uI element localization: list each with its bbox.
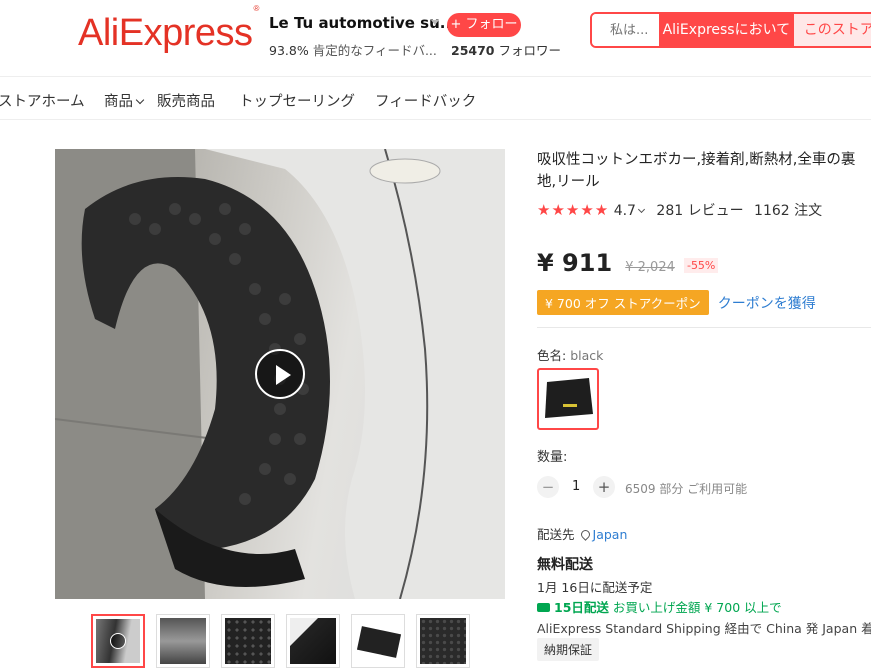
- thumbnail-6[interactable]: [416, 614, 470, 668]
- fast-ship-text: お買い上げ金額 ¥ 700 以上で: [612, 600, 782, 615]
- get-coupon-link[interactable]: クーポンを獲得: [718, 296, 816, 312]
- delivery-guarantee-badge: 納期保証: [537, 638, 600, 661]
- delivery-eta: 1月 16日に配送予定: [537, 580, 653, 595]
- product-main-image[interactable]: [55, 149, 505, 599]
- positive-rate: 93.8%: [269, 43, 309, 58]
- logo-text: AliExpress: [78, 12, 253, 54]
- followers-label: フォロワー: [498, 43, 561, 58]
- coupon-row: ¥ 700 オフ ストアクーポン クーポンを獲得: [537, 290, 816, 315]
- quantity-label: 数量:: [537, 450, 568, 465]
- aliexpress-logo[interactable]: AliExpress®: [78, 4, 259, 55]
- price-row: ¥ 911 ¥ 2,024 -55%: [537, 249, 719, 277]
- chevron-down-icon: [135, 95, 145, 105]
- location-pin-icon: [578, 528, 592, 541]
- nav-top-selling[interactable]: トップセーリング: [239, 90, 355, 111]
- nav-products[interactable]: 商品: [104, 90, 145, 111]
- color-value: black: [570, 348, 604, 363]
- nav-products-label: 商品: [104, 94, 133, 110]
- color-label-text: 色名:: [537, 348, 567, 363]
- thumbnail-3[interactable]: [221, 614, 275, 668]
- discount-badge: -55%: [683, 258, 719, 273]
- thumbnail-5[interactable]: [351, 614, 405, 668]
- original-price: ¥ 2,024: [625, 260, 675, 275]
- ship-to: 配送先 Japan: [537, 524, 627, 543]
- store-nav: ストアホーム 商品 販売商品 トップセーリング フィードバック: [0, 76, 871, 120]
- review-count[interactable]: 281 レビュー: [656, 203, 743, 219]
- header: AliExpress® Le Tu automotive su... + フォロ…: [0, 0, 871, 76]
- rating-summary: ★★★★★ 4.7 281 レビュー 1162 注文: [537, 200, 822, 220]
- divider: [537, 327, 871, 328]
- free-shipping: 無料配送: [537, 557, 593, 573]
- nav-feedback[interactable]: フィードバック: [375, 90, 476, 111]
- store-dropdown-icon[interactable]: [431, 20, 439, 25]
- search-box: AliExpressにおいて このストア: [590, 12, 871, 48]
- follow-button[interactable]: + フォロー: [447, 13, 521, 37]
- search-aliexpress-button[interactable]: AliExpressにおいて: [659, 14, 794, 46]
- rating-value[interactable]: 4.7: [614, 203, 636, 219]
- nav-sale-items[interactable]: 販売商品: [157, 90, 215, 111]
- shipping-method: AliExpress Standard Shipping 経由で China 発…: [537, 621, 871, 636]
- available-quantity: 6509 部分 ご利用可能: [625, 482, 748, 496]
- search-input[interactable]: [592, 14, 659, 46]
- play-video-button[interactable]: [255, 349, 305, 399]
- chevron-down-icon[interactable]: [637, 205, 646, 214]
- nav-store-home[interactable]: ストアホーム: [0, 90, 85, 111]
- quantity-increase-button[interactable]: +: [593, 476, 615, 498]
- quantity-decrease-button[interactable]: −: [537, 476, 559, 498]
- swatch-image: [545, 378, 593, 418]
- store-coupon-badge: ¥ 700 オフ ストアクーポン: [537, 290, 709, 315]
- logo-mark: ®: [253, 4, 260, 14]
- store-followers: 25470 フォロワー: [451, 40, 561, 59]
- star-rating-icon: ★★★★★: [537, 201, 610, 219]
- color-swatch-black[interactable]: [537, 368, 599, 430]
- ship-to-label: 配送先: [537, 527, 575, 542]
- fast-ship-days: 15日配送: [554, 600, 609, 615]
- thumbnail-4[interactable]: [286, 614, 340, 668]
- followers-count: 25470: [451, 43, 495, 58]
- quantity-value[interactable]: 1: [572, 479, 580, 494]
- product-title: 吸収性コットンエボカー,接着剤,断熱材,全車の裏地,リール: [537, 152, 856, 190]
- search-store-button[interactable]: このストア: [793, 14, 871, 46]
- current-price: ¥ 911: [537, 249, 613, 277]
- ship-to-country[interactable]: Japan: [593, 527, 628, 542]
- thumbnail-1[interactable]: [91, 614, 145, 668]
- truck-icon: [537, 603, 550, 612]
- color-label: 色名: black: [537, 345, 603, 364]
- store-positive-feedback: 93.8% 肯定的なフィードバ...: [269, 40, 437, 59]
- store-name[interactable]: Le Tu automotive su...: [269, 14, 457, 32]
- positive-label: 肯定的なフィードバ...: [312, 43, 437, 58]
- order-count: 1162 注文: [754, 203, 823, 219]
- thumbnail-2[interactable]: [156, 614, 210, 668]
- play-icon: [110, 633, 126, 649]
- fast-delivery: 15日配送 お買い上げ金額 ¥ 700 以上で: [537, 597, 782, 616]
